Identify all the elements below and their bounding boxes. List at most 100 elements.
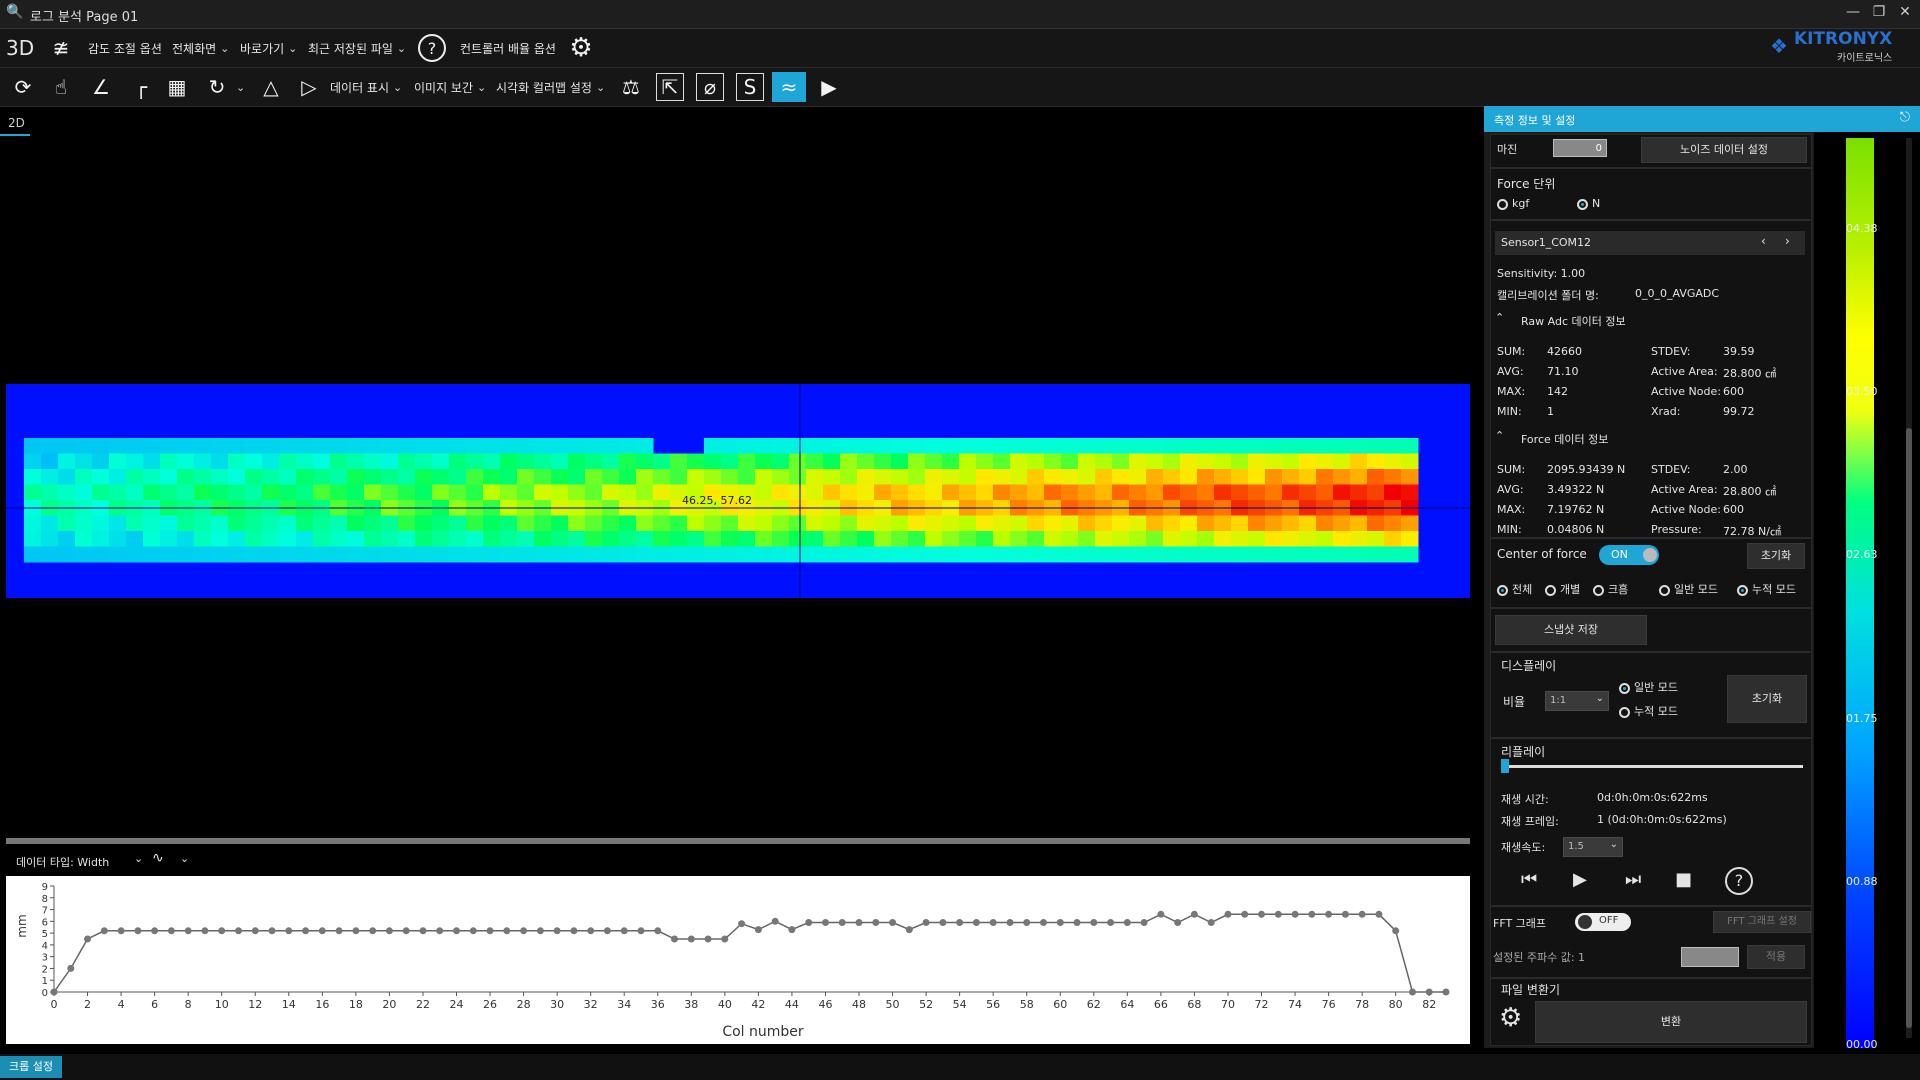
touch-icon[interactable]: ☝ (46, 72, 76, 102)
heatmap-cell (993, 546, 1011, 563)
flag-icon[interactable]: ▷ (294, 72, 324, 102)
freq-input[interactable] (1681, 947, 1739, 967)
opt-accum-label: 누적 모드 (1752, 583, 1796, 596)
y-tick-label: 4 (42, 941, 48, 952)
restore-icon[interactable]: ❐ (1866, 4, 1892, 24)
replay-slider[interactable] (1501, 759, 1803, 773)
balance-icon[interactable]: ⚖ (616, 72, 646, 102)
skip-back-icon[interactable]: ⏮ (1521, 869, 1537, 890)
chart-toggle-icon[interactable]: ≈ (772, 72, 806, 102)
help-icon[interactable]: ? (418, 33, 446, 63)
colormap-button[interactable]: 시각화 컬러맵 설정 ⌄ (496, 72, 605, 102)
opt-each-radio[interactable]: 개별 (1545, 581, 1580, 597)
opt-accum-radio[interactable]: 누적 모드 (1737, 581, 1796, 597)
stop-icon[interactable]: ■ (1675, 869, 1692, 890)
chevron-down-icon[interactable]: ⌄ (236, 81, 245, 94)
chevron-right-icon[interactable]: › (1785, 234, 1790, 248)
data-point (1157, 910, 1165, 918)
rotate-icon[interactable]: ↻ ⌄ (202, 72, 246, 102)
chevron-down-icon[interactable]: ⌄ (288, 42, 297, 55)
opt-normal-radio[interactable]: 일반 모드 (1659, 581, 1718, 597)
opt-all-radio[interactable]: 전체 (1497, 581, 1532, 597)
fft-toggle[interactable]: OFF (1575, 913, 1631, 931)
heatmap-cell (1129, 546, 1147, 563)
recent-files-button[interactable]: 최근 저장된 파일 ⌄ (308, 33, 406, 63)
fft-settings-button[interactable]: FFT 그래프 설정 (1713, 911, 1811, 933)
video-icon[interactable]: ▶ (814, 72, 844, 102)
s-icon[interactable]: S (736, 72, 764, 102)
gear-icon[interactable]: ⚙ (1499, 1003, 1522, 1033)
diameter-icon[interactable]: ⌀ (696, 72, 724, 102)
disp-normal-radio[interactable]: 일반 모드 (1619, 679, 1678, 695)
grid-icon[interactable]: ▦ (162, 72, 192, 102)
snapshot-button[interactable]: 스냅샷 저장 (1495, 615, 1647, 645)
tab-indicator (0, 134, 30, 136)
controller-scale-button[interactable]: 컨트롤러 배율 옵션 (460, 33, 556, 63)
chevron-down-icon[interactable]: ⌄ (596, 81, 605, 94)
data-type-dropdown[interactable]: ⌄ (134, 852, 143, 865)
heatmap-cell (483, 453, 501, 470)
convert-button[interactable]: 변환 (1535, 1001, 1807, 1043)
display-reset-button[interactable]: 초기화 (1727, 675, 1807, 723)
heatmap-cell (1129, 515, 1147, 532)
margin-input[interactable]: 0 (1553, 139, 1607, 157)
pressure-heatmap[interactable]: 46.25, 57.62 (6, 384, 1470, 598)
pin-icon[interactable]: ⎋ (1900, 110, 1910, 125)
sensor-selector[interactable]: Sensor1_COM12 ‹ › (1495, 231, 1805, 255)
heatmap-cell (1044, 453, 1062, 470)
replay-help-icon[interactable]: ? (1725, 867, 1753, 895)
graph-icon[interactable]: ≇ (46, 33, 76, 63)
heatmap-cell (993, 484, 1011, 501)
noise-data-button[interactable]: 노이즈 데이터 설정 (1641, 137, 1807, 163)
play-icon[interactable]: ▶ (1573, 869, 1587, 890)
cof-toggle[interactable]: ON (1599, 545, 1659, 565)
panel-scrollbar[interactable] (1906, 138, 1912, 1038)
sensitivity-option-button[interactable]: 감도 조절 옵션 (88, 33, 162, 63)
chevron-down-icon[interactable]: ⌄ (397, 42, 406, 55)
corner-icon[interactable]: ┌ (126, 72, 156, 102)
fullscreen-button[interactable]: 전체화면 ⌄ (172, 33, 229, 63)
skip-forward-icon[interactable]: ⏭ (1625, 869, 1641, 890)
minimize-icon[interactable]: — (1840, 4, 1866, 24)
view-3d-button[interactable]: 3D (6, 33, 34, 63)
speed-dropdown[interactable]: 1.5 ⌄ (1563, 837, 1623, 857)
chevron-left-icon[interactable]: ‹ (1761, 234, 1766, 248)
opt-big-radio[interactable]: 크흠 (1593, 581, 1628, 597)
waveform-icon[interactable]: ∿ (152, 850, 164, 866)
main-toolbar: 3D ≇ 감도 조절 옵션 전체화면 ⌄ 바로가기 ⌄ 최근 저장된 파일 ⌄ … (0, 29, 1920, 68)
waveform-dropdown[interactable]: ⌄ (180, 852, 189, 865)
unit-n-radio[interactable]: N (1577, 197, 1600, 210)
tab-2d[interactable]: 2D (8, 116, 25, 130)
crop-settings-button[interactable]: 크롭 설정 (0, 1056, 62, 1078)
collapse-force-icon[interactable]: ⌃ (1495, 429, 1504, 442)
disp-accum-radio[interactable]: 누적 모드 (1619, 703, 1678, 719)
replay-slider-thumb[interactable] (1501, 759, 1509, 773)
refresh-icon[interactable]: ⟳ (8, 72, 38, 102)
ruler-icon[interactable]: ∠ (86, 72, 116, 102)
chevron-down-icon[interactable]: ⌄ (477, 81, 486, 94)
horizontal-scrollbar[interactable] (6, 838, 1470, 844)
collapse-raw-icon[interactable]: ⌃ (1495, 311, 1504, 324)
heatmap-cell (1027, 546, 1045, 563)
heatmap-cell (1044, 484, 1062, 501)
gear-icon[interactable]: ⚙ (566, 33, 596, 63)
chevron-down-icon[interactable]: ⌄ (220, 42, 229, 55)
cof-reset-button[interactable]: 초기화 (1747, 543, 1805, 569)
axis-icon[interactable]: ⇱ (656, 72, 684, 102)
shortcut-button[interactable]: 바로가기 ⌄ (240, 33, 297, 63)
scrollbar-thumb[interactable] (1906, 428, 1912, 1028)
apply-button[interactable]: 적용 (1747, 945, 1805, 969)
interpolation-button[interactable]: 이미지 보간 ⌄ (414, 72, 486, 102)
close-icon[interactable]: ✕ (1892, 4, 1918, 24)
window-title: 로그 분석 Page 01 (30, 10, 139, 25)
search-icon[interactable]: 🔍 (2, 4, 28, 24)
unit-kgf-radio[interactable]: kgf (1497, 197, 1529, 210)
flip-icon[interactable]: △ (256, 72, 286, 102)
y-tick-label: 7 (42, 906, 48, 917)
ratio-dropdown[interactable]: 1:1 ⌄ (1545, 691, 1609, 711)
data-display-button[interactable]: 데이터 표시 ⌄ (330, 72, 402, 102)
heatmap-cell (58, 438, 76, 454)
chevron-down-icon[interactable]: ⌄ (393, 81, 402, 94)
heatmap-cell (1231, 515, 1249, 532)
heatmap-cell (551, 484, 569, 501)
